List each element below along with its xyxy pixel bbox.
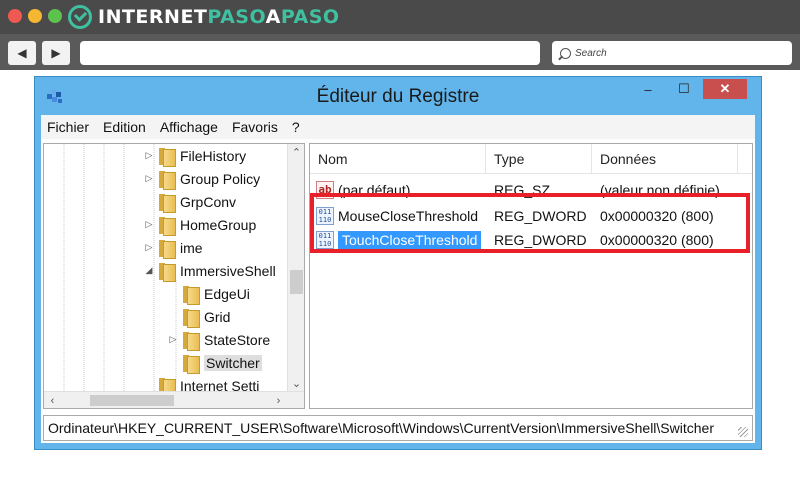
status-bar: Ordinateur\HKEY_CURRENT_USER\Software\Mi…	[43, 415, 753, 441]
scroll-down-icon[interactable]: ⌄	[288, 375, 304, 392]
list-row[interactable]: 011 110 MouseCloseThreshold REG_DWORD 0x0…	[310, 204, 752, 228]
folder-open-icon	[158, 262, 176, 282]
back-button[interactable]: ◀	[8, 41, 36, 65]
tree-item-label: Switcher	[204, 354, 262, 371]
tree-item[interactable]: EdgeUi	[168, 282, 250, 305]
site-logo: INTERNETPASOAPASO	[68, 5, 340, 29]
binary-value-icon: 011 110	[316, 207, 334, 225]
tree-item-switcher[interactable]: Switcher	[168, 351, 262, 374]
folder-icon	[158, 216, 176, 236]
menu-bar: Fichier Edition Affichage Favoris ?	[41, 115, 755, 139]
search-icon	[560, 47, 571, 59]
value-type: REG_DWORD	[494, 232, 587, 248]
folder-icon	[158, 239, 176, 259]
folder-icon	[182, 308, 200, 328]
maximize-dot-icon[interactable]	[48, 9, 62, 23]
key-tree-pane[interactable]: ▷ FileHistory ▷ Group Policy GrpConv ▷ H…	[43, 143, 305, 409]
forward-button[interactable]: ▶	[42, 41, 70, 65]
scroll-right-icon[interactable]: ›	[270, 392, 287, 408]
folder-icon	[158, 147, 176, 167]
registry-path: Ordinateur\HKEY_CURRENT_USER\Software\Mi…	[48, 420, 714, 436]
tree-item[interactable]: ▷ StateStore	[168, 328, 270, 351]
search-placeholder: Search	[575, 47, 607, 59]
scroll-thumb[interactable]	[90, 395, 174, 406]
tree-item[interactable]: ▷ HomeGroup	[144, 213, 256, 236]
string-value-icon: ab	[316, 181, 334, 199]
value-name[interactable]: TouchCloseThreshold	[338, 231, 482, 249]
value-type: REG_SZ	[494, 182, 551, 198]
tree-vertical-scrollbar[interactable]: ⌃ ⌄	[287, 144, 304, 392]
window-client-area: Fichier Edition Affichage Favoris ? ▷ Fi…	[41, 115, 755, 443]
scroll-thumb[interactable]	[290, 270, 303, 294]
logo-word-a: A	[265, 6, 281, 28]
menu-favoris[interactable]: Favoris	[232, 119, 278, 135]
logo-word-paso: PASO	[207, 6, 266, 28]
column-header-type[interactable]: Type	[486, 144, 592, 174]
value-type: REG_DWORD	[494, 208, 587, 224]
registry-editor-window: Éditeur du Registre – ☐ ✕ Fichier Editio…	[34, 76, 762, 450]
menu-help[interactable]: ?	[292, 119, 300, 135]
menu-affichage[interactable]: Affichage	[160, 119, 218, 135]
binary-value-icon: 011 110	[316, 231, 334, 249]
logo-word-paso-2: PASO	[280, 6, 340, 28]
tree-item-label: EdgeUi	[204, 285, 250, 302]
value-data: 0x00000320 (800)	[600, 208, 714, 224]
scroll-left-icon[interactable]: ‹	[44, 392, 61, 408]
menu-edition[interactable]: Edition	[103, 119, 146, 135]
maximize-button[interactable]: ☐	[667, 79, 701, 99]
resize-grip-icon[interactable]	[738, 427, 748, 437]
column-header-data[interactable]: Données	[592, 144, 738, 174]
search-input[interactable]: Search	[552, 41, 792, 65]
minimize-dot-icon[interactable]	[28, 9, 42, 23]
tree-horizontal-scrollbar[interactable]: ‹ ›	[44, 391, 304, 408]
folder-icon	[182, 285, 200, 305]
expand-icon[interactable]: ▷	[168, 334, 178, 345]
close-dot-icon[interactable]	[8, 9, 22, 23]
expand-icon[interactable]: ▷	[144, 242, 154, 253]
folder-icon	[158, 193, 176, 213]
logo-check-icon	[68, 5, 92, 29]
close-button[interactable]: ✕	[703, 79, 747, 99]
window-title-bar[interactable]: Éditeur du Registre – ☐ ✕	[35, 77, 761, 115]
folder-icon	[182, 331, 200, 351]
folder-icon	[158, 170, 176, 190]
tree-item[interactable]: ▷ ime	[144, 236, 203, 259]
value-name: MouseCloseThreshold	[338, 208, 479, 224]
tree-item-label: HomeGroup	[180, 216, 257, 233]
tree-item-label: StateStore	[204, 331, 271, 348]
tree-item-label: ImmersiveShell	[180, 262, 276, 279]
expand-icon[interactable]: ▷	[144, 150, 154, 161]
menu-fichier[interactable]: Fichier	[47, 119, 89, 135]
browser-toolbar: ◀ ▶ Search	[0, 34, 800, 70]
url-input[interactable]	[80, 41, 540, 65]
tree-item-label: FileHistory	[180, 147, 247, 164]
list-header: Nom Type Données	[310, 144, 752, 174]
value-data: (valeur non définie)	[600, 182, 720, 198]
list-row[interactable]: ab (par défaut) REG_SZ (valeur non défin…	[310, 178, 752, 202]
tree-item[interactable]: ▷ FileHistory	[144, 144, 246, 167]
column-header-name[interactable]: Nom	[310, 144, 486, 174]
collapse-icon[interactable]: ◢	[144, 265, 154, 276]
tree-item[interactable]: GrpConv	[144, 190, 236, 213]
folder-icon	[182, 354, 200, 374]
expand-icon[interactable]: ▷	[144, 173, 154, 184]
list-row-selected[interactable]: 011 110 TouchCloseThreshold REG_DWORD 0x0…	[310, 228, 752, 252]
tree-item-label: Grid	[204, 308, 231, 325]
values-list-pane[interactable]: Nom Type Données ab (par défaut) REG_SZ …	[309, 143, 753, 409]
value-name: (par défaut)	[338, 182, 411, 198]
value-data: 0x00000320 (800)	[600, 232, 714, 248]
expand-icon[interactable]: ▷	[144, 219, 154, 230]
scroll-up-icon[interactable]: ⌃	[288, 144, 304, 161]
logo-word-internet: INTERNET	[98, 6, 208, 28]
tree-item-label: ime	[180, 239, 203, 256]
tree-item[interactable]: Grid	[168, 305, 230, 328]
tree-item-label: GrpConv	[180, 193, 237, 210]
minimize-button[interactable]: –	[631, 79, 665, 99]
browser-title-bar: INTERNETPASOAPASO	[0, 0, 800, 34]
tree-item[interactable]: ▷ Group Policy	[144, 167, 260, 190]
tree-item-immersiveshell[interactable]: ◢ ImmersiveShell	[144, 259, 276, 282]
tree-item-label: Group Policy	[180, 170, 261, 187]
